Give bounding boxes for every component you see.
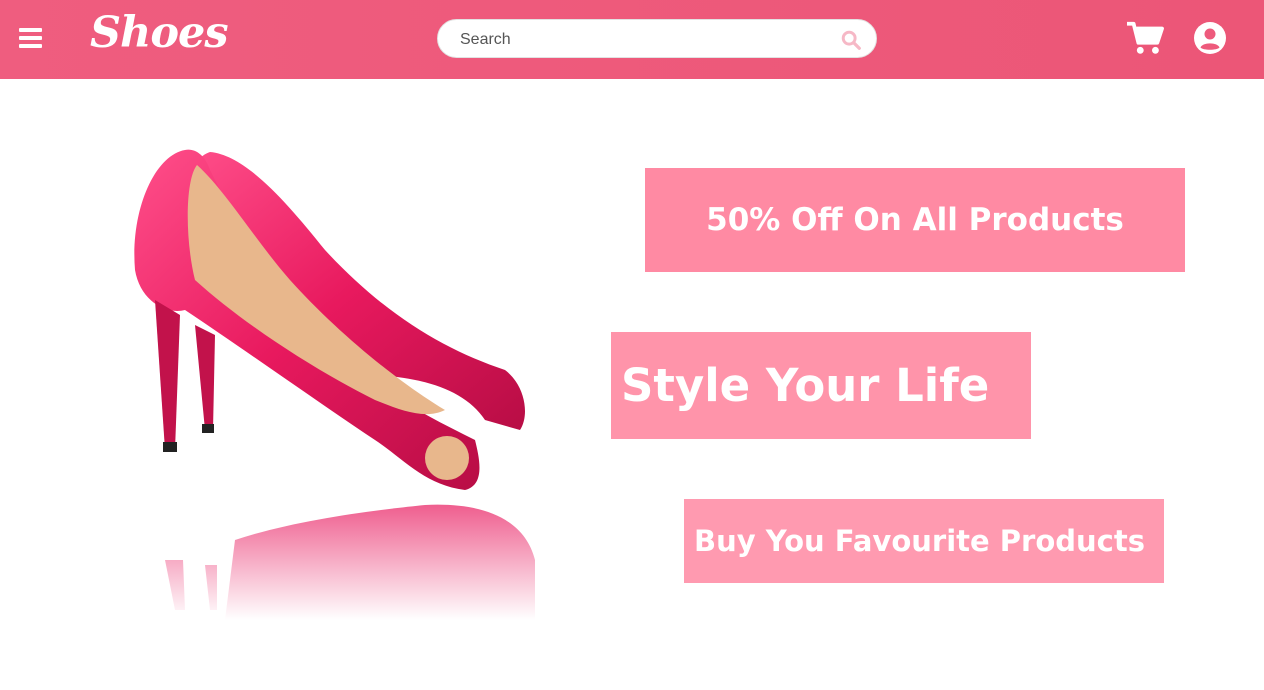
cart-icon[interactable]	[1126, 20, 1164, 56]
menu-icon[interactable]	[19, 28, 43, 48]
search-bar	[437, 19, 877, 58]
hero-shoe-image	[134, 149, 535, 620]
brand-logo[interactable]: Shoes	[90, 8, 229, 58]
promo-banner-discount[interactable]: 50% Off On All Products	[645, 168, 1185, 272]
top-navbar: Shoes	[0, 0, 1264, 79]
promo-banner-buy[interactable]: Buy You Favourite Products	[684, 499, 1164, 583]
search-input[interactable]	[458, 28, 832, 52]
search-icon[interactable]	[840, 29, 862, 51]
user-icon[interactable]	[1194, 22, 1226, 54]
promo-banner-style: Style Your Life	[611, 332, 1031, 439]
